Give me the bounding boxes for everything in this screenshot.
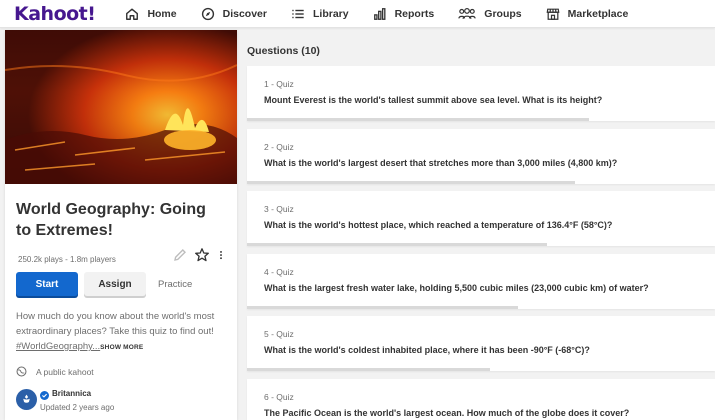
- britannica-thistle-icon: [23, 394, 30, 403]
- nav-marketplace-label: Marketplace: [567, 7, 629, 20]
- list-icon: [292, 9, 304, 18]
- question-card[interactable]: 1 - Quiz Mount Everest is the world's ta…: [247, 66, 715, 121]
- question-number: 6 - Quiz: [264, 391, 294, 402]
- question-number: 4 - Quiz: [264, 266, 294, 277]
- nav-discover-label: Discover: [222, 7, 267, 20]
- question-progress-bar: [247, 305, 519, 309]
- updated-time: Updated 2 years ago: [40, 403, 115, 412]
- nav-home-label: Home: [147, 7, 177, 20]
- verified-badge-icon: [40, 391, 49, 400]
- home-icon: [126, 7, 139, 20]
- nav-library-label: Library: [312, 7, 349, 20]
- questions-list: 1 - Quiz Mount Everest is the world's ta…: [247, 66, 715, 420]
- hashtag-link[interactable]: #WorldGeography...: [16, 341, 100, 352]
- question-progress-bar: [247, 368, 491, 371]
- visibility-label: A public kahoot: [36, 366, 94, 377]
- question-number: 2 - Quiz: [264, 141, 294, 152]
- nav-reports[interactable]: Reports: [373, 0, 435, 28]
- question-text: Mount Everest is the world's tallest sum…: [264, 95, 603, 105]
- description-text: How much do you know about the world's m…: [16, 311, 215, 337]
- nav-home[interactable]: Home: [125, 0, 177, 28]
- creator-row[interactable]: Britannica Updated 2 years ago: [5, 389, 237, 412]
- question-text: What is the largest fresh water lake, ho…: [264, 282, 649, 293]
- globe-icon: [16, 366, 27, 377]
- kahoot-title: World Geography: Going to Extremes!: [16, 201, 206, 239]
- star-icon[interactable]: [194, 247, 210, 263]
- question-text: What is the world's coldest inhabited pl…: [264, 345, 590, 355]
- nav-discover[interactable]: Discover: [201, 0, 267, 28]
- store-icon: [546, 8, 560, 20]
- question-card[interactable]: 5 - Quiz What is the world's coldest inh…: [247, 316, 715, 371]
- practice-link[interactable]: Practice: [158, 279, 192, 290]
- more-options-icon[interactable]: [216, 247, 226, 263]
- question-card[interactable]: 2 - Quiz What is the world's largest des…: [247, 128, 715, 184]
- question-text: What is the world's hottest place, which…: [264, 220, 613, 230]
- assign-button[interactable]: Assign: [84, 272, 146, 296]
- questions-header: Questions (10): [247, 45, 320, 57]
- kahoot-logo[interactable]: Kahoot!: [14, 0, 96, 28]
- question-number: 5 - Quiz: [264, 329, 294, 339]
- plays-count: 250.2k plays - 1.8m players: [18, 255, 116, 264]
- bar-chart-icon: [373, 7, 386, 20]
- top-nav: Kahoot! Home Discover Library Reports Gr…: [0, 0, 715, 28]
- question-card[interactable]: 4 - Quiz What is the largest fresh water…: [247, 253, 715, 309]
- compass-icon: [201, 7, 214, 20]
- avatar[interactable]: [16, 389, 37, 410]
- nav-reports-label: Reports: [394, 7, 435, 20]
- cover-image: [5, 30, 237, 184]
- question-number: 3 - Quiz: [264, 204, 294, 214]
- nav-marketplace[interactable]: Marketplace: [546, 0, 629, 28]
- question-progress-bar: [247, 243, 547, 246]
- question-number: 1 - Quiz: [264, 79, 294, 89]
- people-icon: [458, 7, 476, 19]
- question-card[interactable]: 3 - Quiz What is the world's hottest pla…: [247, 191, 715, 246]
- nav-library[interactable]: Library: [291, 0, 349, 28]
- show-more-button[interactable]: SHOW MORE: [100, 344, 143, 351]
- visibility-row: A public kahoot: [5, 366, 237, 377]
- question-text: The Pacific Ocean is the world's largest…: [264, 407, 630, 418]
- creator-name[interactable]: Britannica: [52, 389, 114, 398]
- start-button[interactable]: Start: [16, 272, 78, 296]
- question-card[interactable]: 6 - Quiz The Pacific Ocean is the world'…: [247, 378, 715, 420]
- nav-groups-label: Groups: [484, 7, 522, 20]
- edit-icon[interactable]: [172, 247, 188, 263]
- nav-groups[interactable]: Groups: [458, 0, 522, 28]
- kahoot-description: How much do you know about the world's m…: [5, 309, 237, 355]
- question-progress-bar: [247, 180, 575, 184]
- question-text: What is the world's largest desert that …: [264, 157, 618, 168]
- kahoot-details-card: World Geography: Going to Extremes! 250.…: [5, 30, 237, 420]
- question-progress-bar: [247, 118, 589, 121]
